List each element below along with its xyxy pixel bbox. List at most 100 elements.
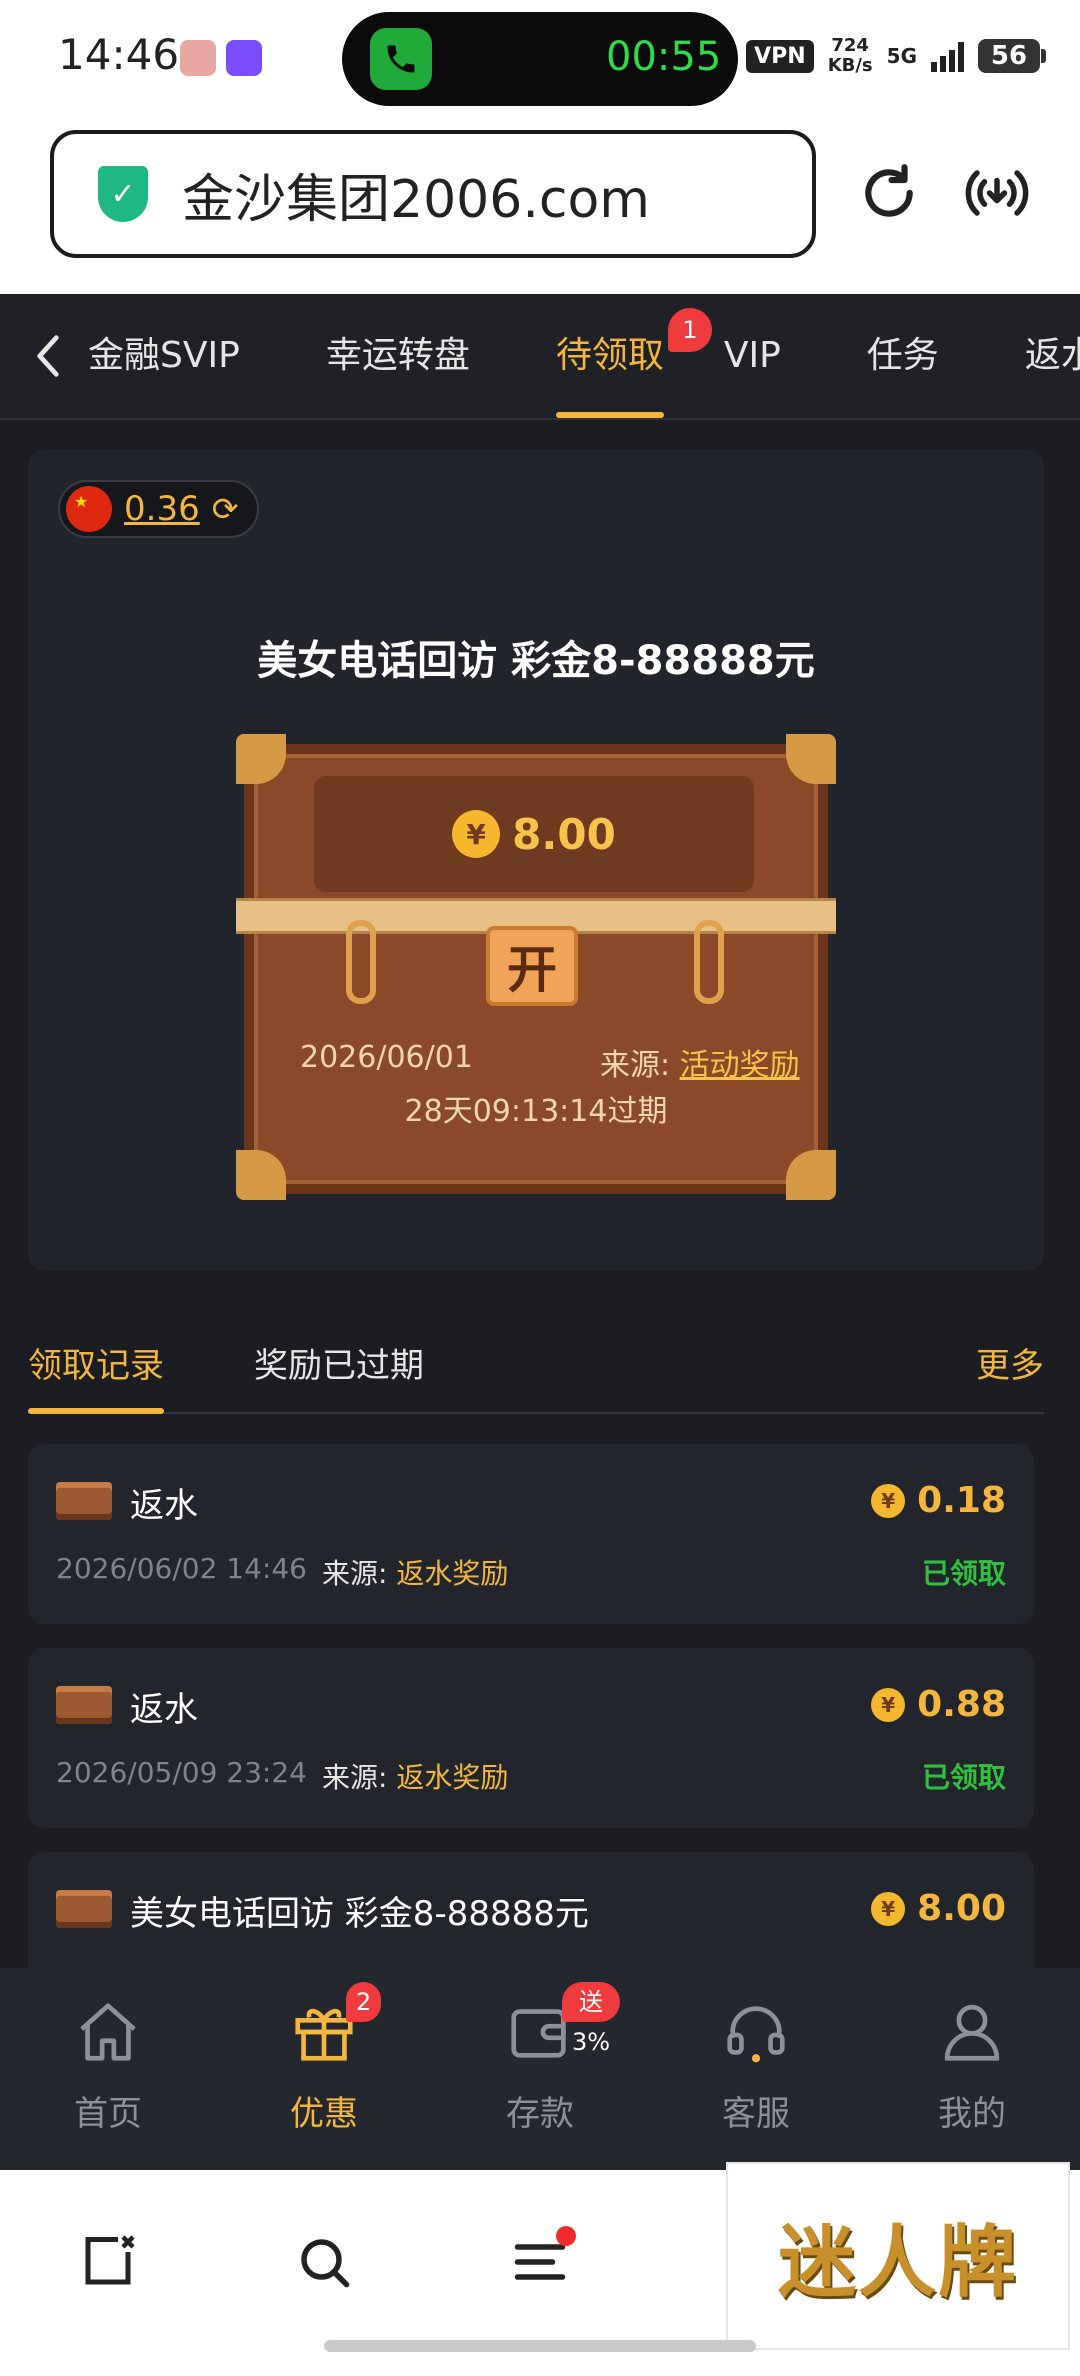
tab-tasks[interactable]: 任务 <box>867 294 939 418</box>
network-type: 5G <box>886 44 917 68</box>
tab-expired-rewards[interactable]: 奖励已过期 <box>254 1338 424 1412</box>
browser-url-bar: ✓ 金沙集团2006.com <box>0 118 1080 294</box>
tab-lucky-wheel[interactable]: 幸运转盘 <box>326 294 470 418</box>
address-field[interactable]: ✓ 金沙集团2006.com <box>50 130 816 258</box>
record-tabs: 领取记录 奖励已过期 更多 <box>28 1300 1044 1414</box>
record-date: 2026/05/09 23:24 <box>56 1756 307 1789</box>
promo-tabs: 金融SVIP 幸运转盘 待领取 1 VIP 任务 返水 <box>0 294 1080 420</box>
network-speed: 724 KB/s <box>828 36 873 76</box>
search-icon[interactable] <box>284 2222 364 2302</box>
nav-home-label: 首页 <box>74 2094 142 2134</box>
app-notification-icon <box>226 40 262 76</box>
tab-badge: 1 <box>667 308 712 352</box>
yen-coin-icon: ¥ <box>871 1483 906 1518</box>
home-indicator[interactable] <box>324 2340 756 2352</box>
chest-expire-countdown: 28天09:13:14过期 <box>404 1094 668 1129</box>
tab-claim-records[interactable]: 领取记录 <box>28 1338 164 1414</box>
chest-date: 2026/06/01 <box>300 1040 473 1075</box>
chest-icon <box>56 1890 112 1928</box>
watermark-text: 迷人牌 <box>777 2217 1018 2308</box>
tab-pending[interactable]: 待领取 1 <box>555 294 712 418</box>
record-amount-value: 8.00 <box>917 1888 1006 1929</box>
record-source-value: 返水奖励 <box>396 1761 509 1794</box>
treasure-chest[interactable]: ¥ 8.00 开 2026/06/01 来源: 活动奖励 28天09:13:14… <box>236 730 836 1200</box>
list-item[interactable]: 美女电话回访 彩金8-88888元 ¥ 8.00 <box>28 1852 1034 1968</box>
list-item[interactable]: 返水 ¥ 0.18 2026/06/02 14:46 来源: 返水奖励 已领取 <box>28 1444 1034 1624</box>
balance-value: 0.36 <box>124 489 200 529</box>
nav-profile[interactable]: 我的 <box>892 1992 1052 2162</box>
close-tab-icon[interactable] <box>68 2222 148 2302</box>
record-source-label: 来源: <box>322 1761 388 1794</box>
chest-title: 美女电话回访 彩金8-88888元 <box>257 638 815 684</box>
home-icon <box>68 1992 148 2072</box>
user-icon <box>932 1992 1012 2072</box>
battery-icon: 56 <box>978 39 1046 73</box>
chest-source: 来源: 活动奖励 <box>600 1040 800 1084</box>
chest-icon <box>56 1686 112 1724</box>
record-amount: ¥ 8.00 <box>871 1888 1006 1929</box>
list-item[interactable]: 返水 ¥ 0.88 2026/05/09 23:24 来源: 返水奖励 已领取 <box>28 1648 1034 1828</box>
nav-badge: 2 <box>346 1982 382 2022</box>
nav-deposit[interactable]: 存款 送3% <box>460 1982 621 2162</box>
nav-support-label: 客服 <box>722 2094 790 2134</box>
tab-finance-svip[interactable]: 金融SVIP <box>88 294 240 418</box>
record-amount: ¥ 0.88 <box>871 1684 1006 1725</box>
record-title: 美女电话回访 彩金8-88888元 <box>130 1894 589 1934</box>
record-amount-value: 0.88 <box>917 1684 1006 1725</box>
chest-amount: 8.00 <box>512 809 616 859</box>
chest-source-label: 来源: <box>600 1048 671 1083</box>
nav-badge: 送3% <box>562 1982 621 2056</box>
record-source-label: 来源: <box>322 1557 388 1590</box>
reload-icon[interactable] <box>858 162 920 224</box>
app-notification-icon <box>180 40 216 76</box>
menu-icon[interactable] <box>500 2222 580 2302</box>
record-title: 返水 <box>130 1486 198 1526</box>
tab-rebate[interactable]: 返水 <box>1025 294 1080 418</box>
record-amount-value: 0.18 <box>917 1480 1006 1521</box>
signal-icon <box>931 40 964 72</box>
nav-home[interactable]: 首页 <box>28 1992 188 2162</box>
yen-coin-icon: ¥ <box>452 810 501 858</box>
broadcast-icon[interactable] <box>962 162 1032 224</box>
more-link[interactable]: 更多 <box>976 1338 1044 1387</box>
status-time: 14:46 <box>58 30 180 79</box>
china-flag-icon <box>66 486 112 532</box>
phone-icon[interactable] <box>370 28 432 90</box>
chest-amount-plaque: ¥ 8.00 <box>314 776 754 892</box>
record-source-value: 返水奖励 <box>396 1557 509 1590</box>
vpn-badge: VPN <box>746 39 814 73</box>
record-source: 来源: 返水奖励 <box>322 1756 508 1796</box>
chest-latch <box>346 920 376 1004</box>
speed-unit: KB/s <box>827 55 873 76</box>
chest-icon <box>56 1482 112 1520</box>
call-timer: 00:55 <box>606 34 722 80</box>
nav-promotions[interactable]: 优惠 2 <box>244 1982 404 2162</box>
nav-support[interactable]: 客服 <box>676 1992 836 2162</box>
nav-promotions-label: 优惠 <box>290 2094 358 2134</box>
speed-value: 724 <box>831 35 869 56</box>
status-indicators: VPN 724 KB/s 5G 56 <box>746 36 1046 76</box>
secure-shield-icon: ✓ <box>98 166 148 222</box>
yen-coin-icon: ¥ <box>871 1891 906 1926</box>
status-bar: 14:46 00:55 VPN 724 KB/s 5G 56 <box>0 0 1080 118</box>
tab-pending-label: 待领取 <box>555 335 664 376</box>
record-amount: ¥ 0.18 <box>871 1480 1006 1521</box>
bottom-nav: 首页 优惠 2 存款 送3% 客服 我的 <box>0 1968 1080 2170</box>
watermark-logo: 迷人牌 <box>726 2162 1070 2350</box>
nav-profile-label: 我的 <box>938 2094 1006 2134</box>
balance-pill[interactable]: 0.36 ⟳ <box>58 480 259 538</box>
open-chest-button[interactable]: 开 <box>486 926 578 1006</box>
record-date: 2026/06/02 14:46 <box>56 1552 307 1585</box>
reward-chest-card: 0.36 ⟳ 美女电话回访 彩金8-88888元 ¥ 8.00 开 2026/0… <box>28 450 1044 1270</box>
chevron-left-icon[interactable] <box>28 328 68 384</box>
record-status: 已领取 <box>921 1761 1006 1794</box>
record-source: 来源: 返水奖励 <box>322 1552 508 1592</box>
chest-source-link[interactable]: 活动奖励 <box>680 1048 800 1083</box>
chest-latch <box>694 920 724 1004</box>
tab-vip[interactable]: VIP <box>724 294 781 418</box>
notification-dot <box>556 2226 576 2246</box>
record-title: 返水 <box>130 1690 198 1730</box>
refresh-icon[interactable]: ⟳ <box>212 490 239 528</box>
record-status: 已领取 <box>921 1557 1006 1590</box>
nav-deposit-label: 存款 <box>506 2094 574 2134</box>
